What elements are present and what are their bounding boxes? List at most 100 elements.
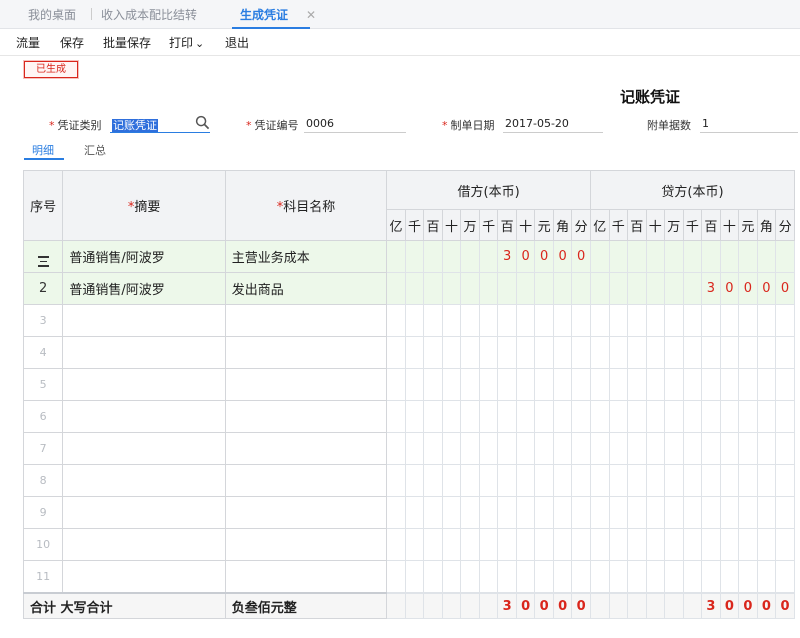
row-summary[interactable] [62,400,226,433]
row-summary[interactable] [62,496,226,529]
row-account[interactable] [224,368,388,401]
debit-unit-header: 万 [460,209,480,241]
row-debit-digit [441,528,462,561]
row-credit-digit [645,464,666,497]
row-account[interactable] [224,464,388,497]
number-field[interactable]: 0006 [306,117,334,130]
table-row-empty[interactable]: 8 [22,464,795,497]
totals-credit-digit [589,592,610,619]
table-row[interactable]: ☰普通销售/阿波罗主营业务成本30000 [22,240,795,273]
row-credit-digit [608,304,629,337]
search-icon[interactable] [195,115,210,130]
row-credit-digit [589,464,610,497]
tab-my-desktop[interactable]: 我的桌面 [28,0,76,28]
debit-unit-header: 分 [571,209,591,241]
date-field-underline [503,132,603,133]
row-summary[interactable]: 普通销售/阿波罗 [62,272,226,305]
credit-unit-header: 亿 [589,209,610,241]
row-credit-digit [589,528,610,561]
row-credit-digit [701,560,721,594]
print-button[interactable]: 打印 ⌄ [169,34,204,51]
category-field-underline [110,132,210,133]
row-credit-digit [719,304,740,337]
row-summary[interactable]: 普通销售/阿波罗 [62,240,226,273]
header-seq: 序号 [22,170,64,241]
row-credit-digit [608,528,629,561]
save-button[interactable]: 保存 [60,34,84,51]
category-field[interactable]: 记账凭证 [112,117,158,133]
row-account[interactable] [224,560,388,594]
row-credit-digit [682,368,703,401]
row-credit-digit [664,432,684,465]
row-debit-digit [552,400,573,433]
row-summary[interactable] [62,336,226,369]
date-field[interactable]: 2017-05-20 [505,117,569,130]
row-debit-digit [441,560,462,594]
table-row[interactable]: 2 普通销售/阿波罗 发出商品 3 0 0 0 0 [22,272,795,305]
table-row-empty[interactable]: 7 [22,432,795,465]
row-credit-digit [719,560,740,594]
close-icon[interactable]: ✕ [306,0,316,30]
row-index: 6 [22,400,64,433]
row-account[interactable] [224,400,388,433]
row-debit-digit [497,464,517,497]
row-account[interactable] [224,304,388,337]
row-account[interactable] [224,432,388,465]
row-menu-icon[interactable]: ☰ [37,255,49,267]
totals-debit-digit [423,592,443,619]
tab-generate-voucher[interactable]: 生成凭证 ✕ [232,0,316,29]
table-row-empty[interactable]: 9 [22,496,795,529]
row-debit-digit [386,400,406,433]
attach-field-underline [700,132,798,133]
row-account[interactable]: 发出商品 [224,272,388,305]
row-credit-digit [756,304,777,337]
totals-credit-digit [664,592,684,619]
row-credit-digit [775,464,795,497]
row-debit-digit [404,336,425,369]
attach-field[interactable]: 1 [702,117,709,130]
table-row-empty[interactable]: 11 [22,560,795,594]
table-row-empty[interactable]: 5 [22,368,795,401]
row-debit-digit [534,400,554,433]
row-debit-digit [515,304,536,337]
row-account[interactable] [224,336,388,369]
row-credit-digit [701,368,721,401]
row-credit-digit [645,528,666,561]
tab-detail[interactable]: 明细 [24,142,64,160]
row-debit-digit [423,464,443,497]
row-summary[interactable] [62,432,226,465]
row-summary[interactable] [62,560,226,594]
row-credit-digit [756,560,777,594]
row-credit-digit [627,496,647,529]
row-credit-digit [775,240,795,273]
attach-label: 附单据数 [647,119,691,132]
credit-unit-header: 元 [738,209,758,241]
row-account[interactable] [224,496,388,529]
row-summary[interactable] [62,528,226,561]
row-debit-digit [552,464,573,497]
table-row-empty[interactable]: 4 [22,336,795,369]
row-account[interactable]: 主营业务成本 [224,240,388,273]
row-debit-digit [571,368,591,401]
row-debit-digit [497,400,517,433]
table-row-empty[interactable]: 6 [22,400,795,433]
row-summary[interactable] [62,464,226,497]
row-account[interactable] [224,528,388,561]
row-debit-digit [497,560,517,594]
row-summary[interactable] [62,304,226,337]
row-debit-digit [460,496,480,529]
row-summary[interactable] [62,368,226,401]
batch-save-button[interactable]: 批量保存 [103,34,151,51]
tab-detail-label: 明细 [32,144,54,157]
tab-income-cost-matching[interactable]: 收入成本配比结转 [101,0,197,28]
exit-button[interactable]: 退出 [225,34,249,51]
table-row-empty[interactable]: 10 [22,528,795,561]
row-debit-digit [478,304,499,337]
row-debit-digit [423,304,443,337]
table-row-empty[interactable]: 3 [22,304,795,337]
flow-button[interactable]: 流量 [16,34,40,51]
row-credit-digit [645,304,666,337]
status-badge: 已生成 [24,61,78,78]
tab-summary[interactable]: 汇总 [84,142,106,158]
credit-unit-header: 十 [645,209,666,241]
